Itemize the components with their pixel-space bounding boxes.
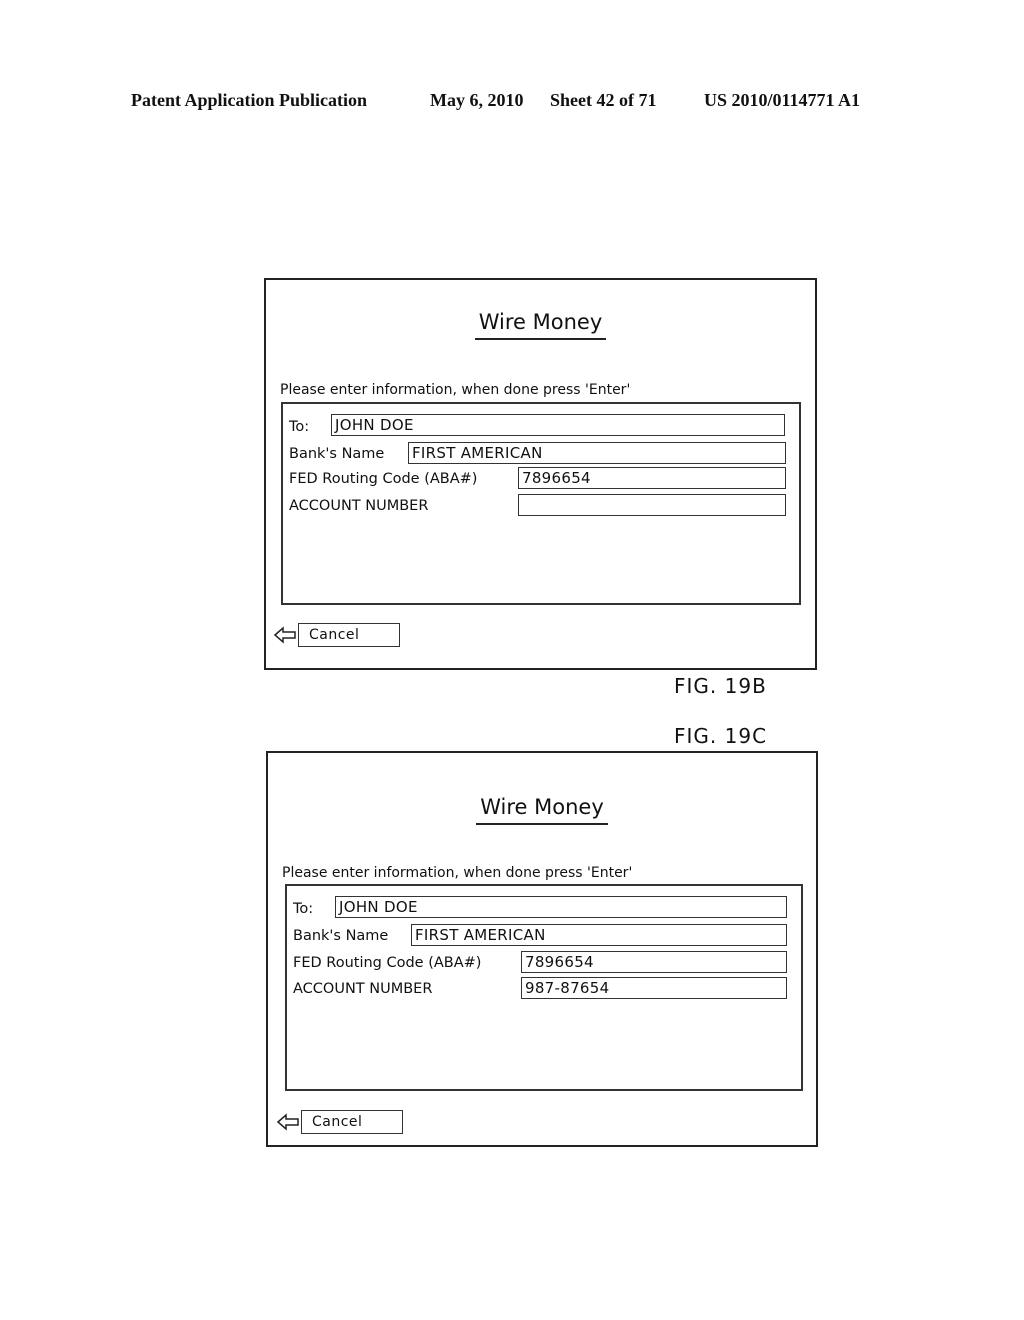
instruction-text: Please enter information, when done pres… <box>280 382 631 398</box>
bank-name-row: Bank's Name <box>289 443 384 465</box>
figure-label-19c: FIG. 19C <box>674 724 768 748</box>
window-title: Wire Money <box>268 795 816 825</box>
page-header: Patent Application Publication May 6, 20… <box>0 90 1024 114</box>
routing-code-input[interactable]: 7896654 <box>521 951 787 973</box>
to-row: To: <box>293 898 313 920</box>
window-title: Wire Money <box>266 310 815 340</box>
cancel-group: Cancel <box>274 623 400 647</box>
to-input[interactable]: JOHN DOE <box>335 896 787 918</box>
cancel-button[interactable]: Cancel <box>298 623 400 647</box>
routing-code-label: FED Routing Code (ABA#) <box>293 955 482 971</box>
account-number-input[interactable] <box>518 494 786 516</box>
bank-name-input[interactable]: FIRST AMERICAN <box>411 924 787 946</box>
bank-name-label: Bank's Name <box>293 928 389 944</box>
routing-code-row: FED Routing Code (ABA#) <box>293 952 481 974</box>
form-panel: To: JOHN DOE Bank's Name FIRST AMERICAN … <box>281 402 801 605</box>
account-number-label: ACCOUNT NUMBER <box>289 498 429 514</box>
account-number-row: ACCOUNT NUMBER <box>289 495 428 517</box>
routing-code-row: FED Routing Code (ABA#) <box>289 468 477 490</box>
bank-name-input[interactable]: FIRST AMERICAN <box>408 442 786 464</box>
instruction-text: Please enter information, when done pres… <box>282 865 633 881</box>
to-label: To: <box>289 419 310 435</box>
bank-name-row: Bank's Name <box>293 925 388 947</box>
publication-number: US 2010/0114771 A1 <box>704 90 861 110</box>
routing-code-label: FED Routing Code (ABA#) <box>289 471 478 487</box>
window-title-text: Wire Money <box>476 795 608 825</box>
sheet-number: Sheet 42 of 71 <box>550 90 657 110</box>
account-number-row: ACCOUNT NUMBER <box>293 978 432 1000</box>
publication-date: May 6, 2010 <box>430 90 524 110</box>
routing-code-input[interactable]: 7896654 <box>518 467 786 489</box>
to-label: To: <box>293 901 314 917</box>
account-number-input[interactable]: 987-87654 <box>521 977 787 999</box>
wire-money-window-19b: Wire Money Please enter information, whe… <box>264 278 817 670</box>
cancel-group: Cancel <box>277 1110 403 1134</box>
left-arrow-icon[interactable] <box>274 626 296 644</box>
wire-money-window-19c: Wire Money Please enter information, whe… <box>266 751 818 1147</box>
left-arrow-icon[interactable] <box>277 1113 299 1131</box>
form-panel: To: JOHN DOE Bank's Name FIRST AMERICAN … <box>285 884 803 1091</box>
bank-name-label: Bank's Name <box>289 446 385 462</box>
window-title-text: Wire Money <box>474 310 607 340</box>
account-number-label: ACCOUNT NUMBER <box>293 981 433 997</box>
cancel-button[interactable]: Cancel <box>301 1110 403 1134</box>
to-row: To: <box>289 416 309 438</box>
figure-label-19b: FIG. 19B <box>674 674 767 698</box>
publication-type: Patent Application Publication <box>131 90 368 110</box>
to-input[interactable]: JOHN DOE <box>331 414 785 436</box>
